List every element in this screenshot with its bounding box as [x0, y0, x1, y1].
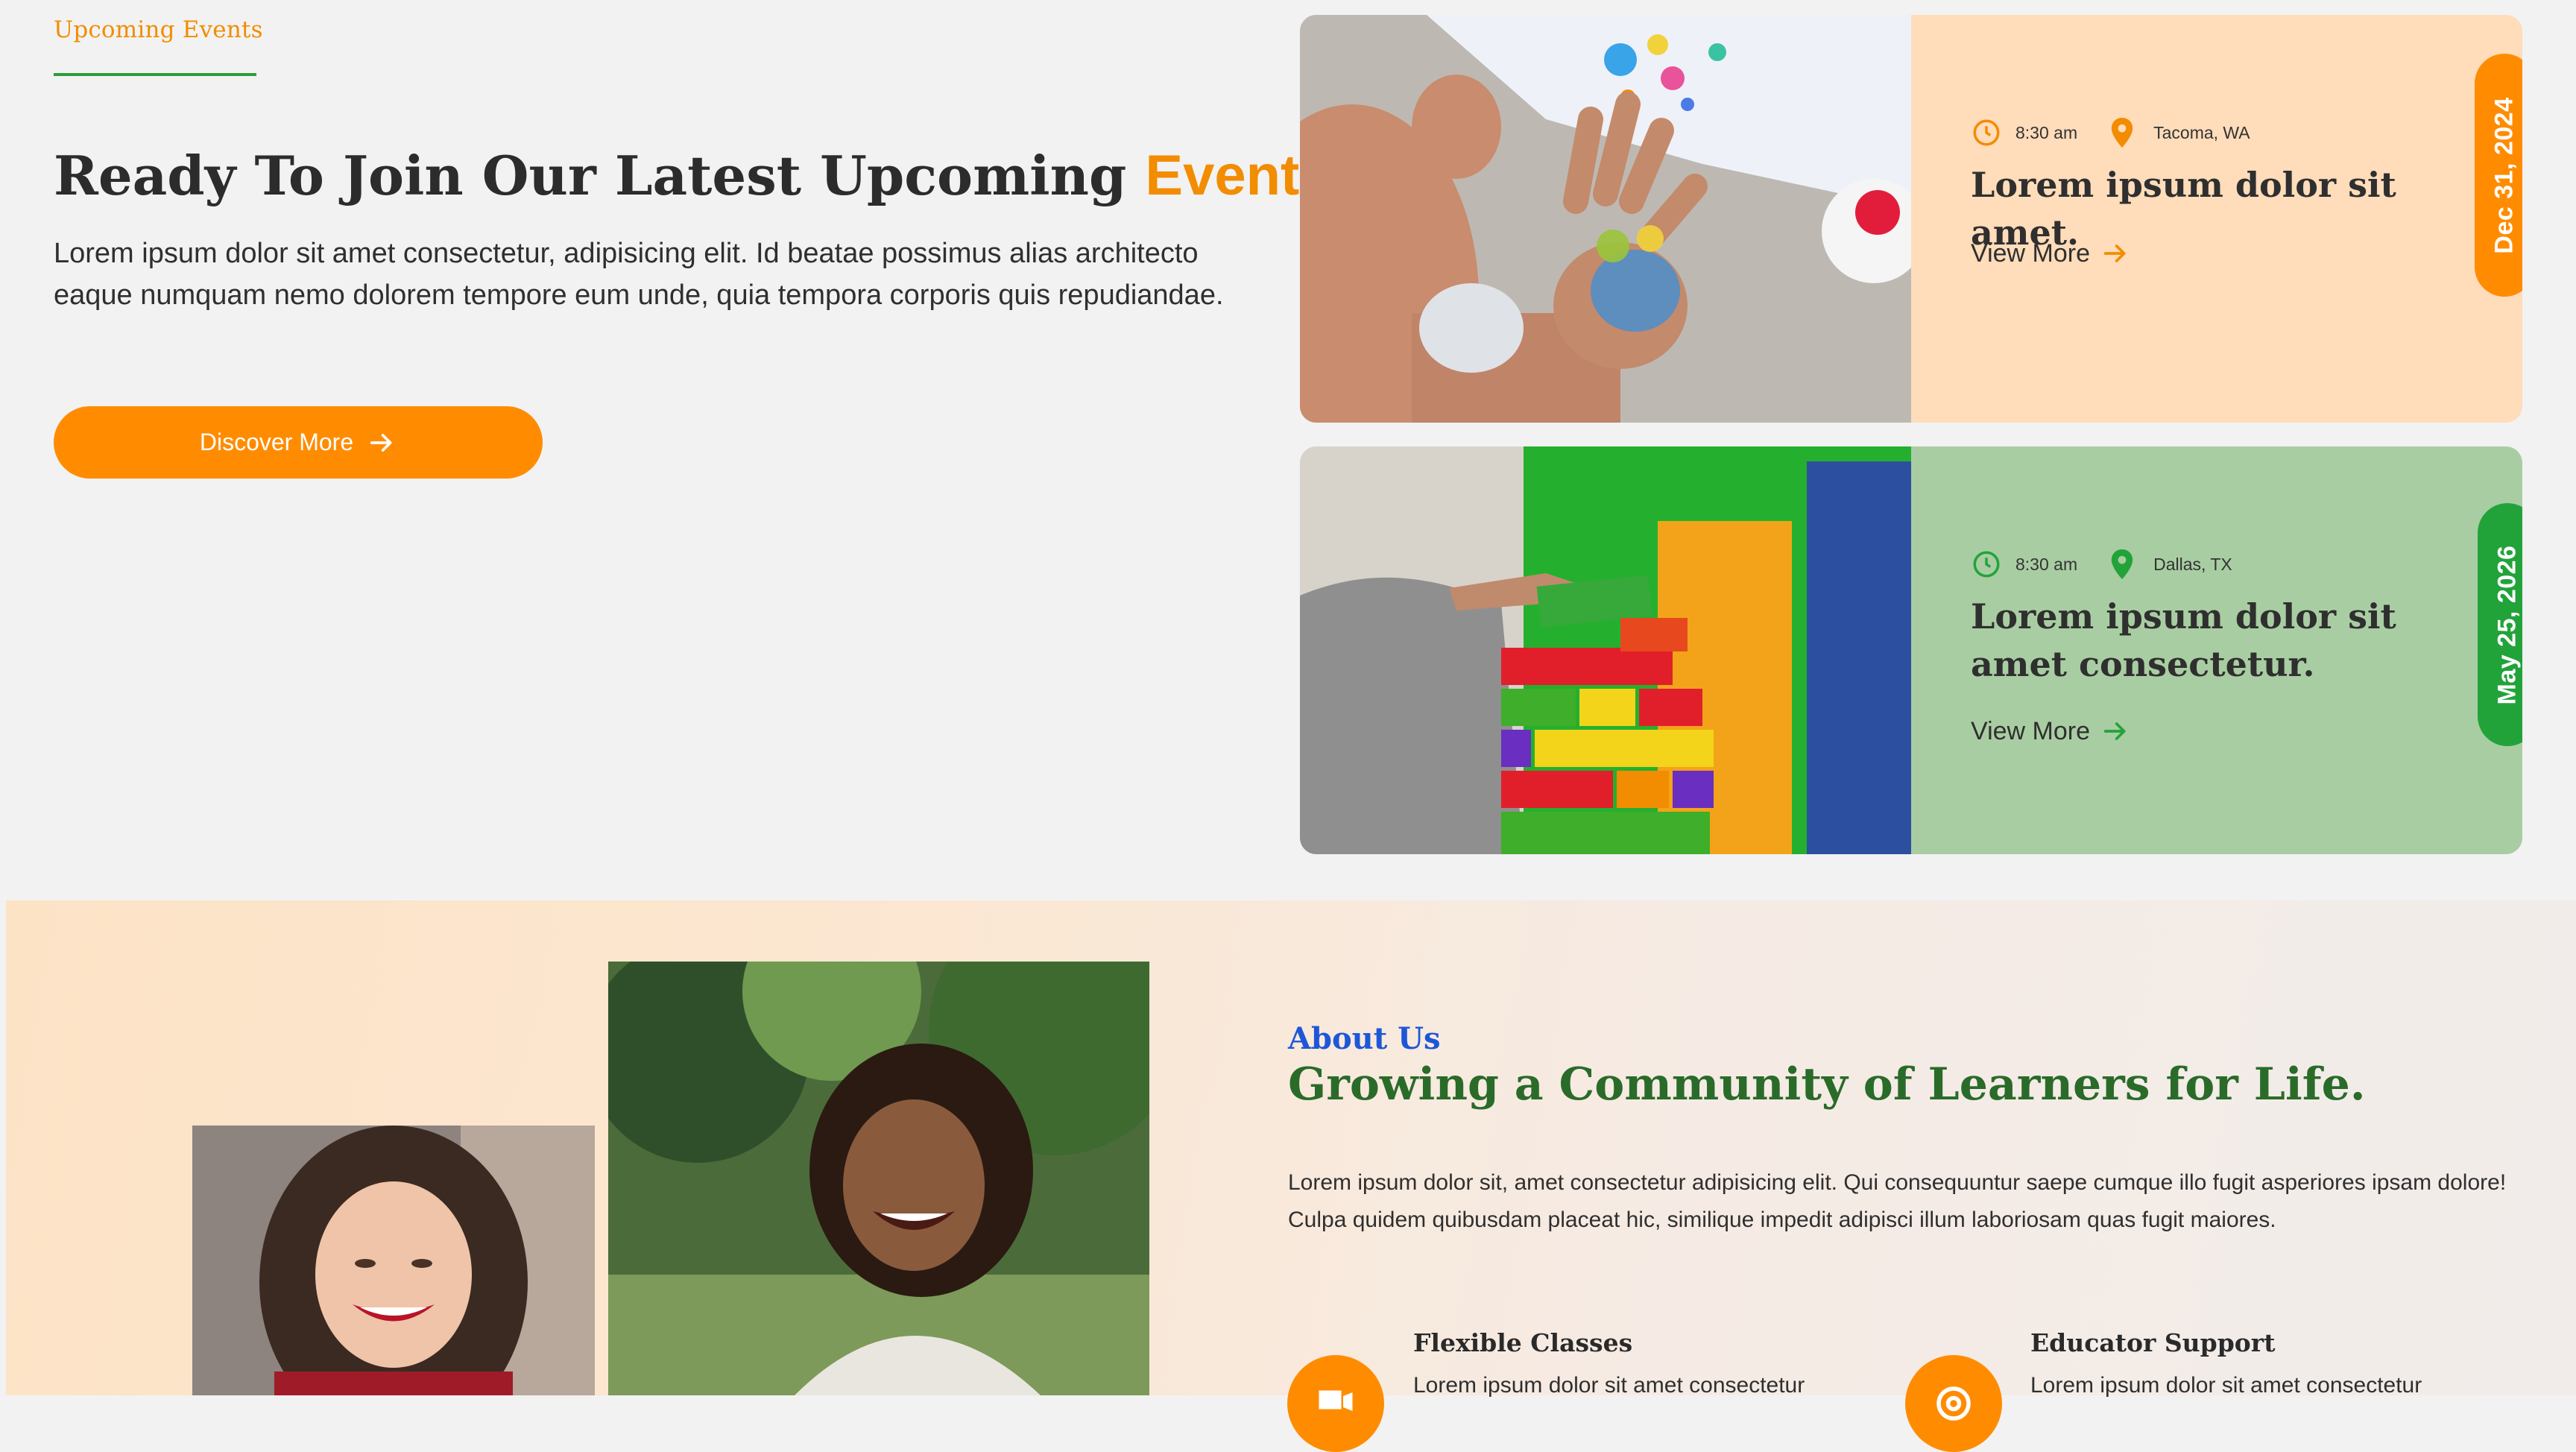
view-more-label: View More — [1971, 239, 2090, 268]
clock-icon — [1971, 549, 2002, 580]
events-headline: Ready To Join Our Latest Upcoming Events… — [54, 142, 1366, 209]
event-photo-block-tower — [1300, 446, 1911, 854]
event-date-badge: Dec 31, 2024 — [2475, 54, 2522, 297]
arrow-right-icon — [370, 433, 392, 452]
feature-title: Flexible Classes — [1413, 1328, 1633, 1357]
about-photo-woman-red-top — [192, 1126, 595, 1395]
event-meta: 8:30 am Dallas, TX — [1971, 548, 2232, 581]
view-more-link[interactable]: View More — [1971, 239, 2130, 268]
event-location: Dallas, TX — [2153, 554, 2232, 574]
feature-text: Lorem ipsum dolor sit amet consectetur — [1413, 1373, 1805, 1398]
event-location: Tacoma, WA — [2153, 122, 2250, 142]
headline-text: Ready To Join Our Latest Upcoming — [54, 144, 1127, 207]
arrow-right-icon — [2103, 244, 2126, 262]
events-eyebrow: Upcoming Events — [54, 16, 263, 43]
about-photo-woman-laughing — [608, 962, 1149, 1395]
clock-icon — [1971, 117, 2002, 148]
event-time: 8:30 am — [2015, 122, 2078, 142]
event-card[interactable]: 8:30 am Dallas, TX Lorem ipsum dolor sit… — [1300, 446, 2522, 854]
arrow-right-icon — [2103, 722, 2126, 740]
event-date: May 25, 2026 — [2493, 545, 2522, 704]
discover-more-button[interactable]: Discover More — [54, 406, 543, 479]
classes-icon — [1287, 1355, 1384, 1452]
location-pin-icon — [2107, 116, 2137, 149]
location-pin-icon — [2107, 548, 2137, 581]
event-meta: 8:30 am Tacoma, WA — [1971, 116, 2250, 149]
event-date-badge: May 25, 2026 — [2478, 503, 2522, 746]
about-eyebrow: About Us — [1288, 1021, 1441, 1056]
event-card[interactable]: 8:30 am Tacoma, WA Lorem ipsum dolor sit… — [1300, 15, 2522, 423]
event-photo-finger-painting — [1300, 15, 1911, 423]
view-more-label: View More — [1971, 716, 2090, 745]
event-date: Dec 31, 2024 — [2490, 96, 2519, 254]
feature-text: Lorem ipsum dolor sit amet consectetur — [2030, 1373, 2422, 1398]
support-icon — [1905, 1355, 2002, 1452]
discover-more-label: Discover More — [199, 429, 354, 455]
about-description: Lorem ipsum dolor sit, amet consectetur … — [1288, 1170, 2507, 1232]
event-title[interactable]: Lorem ipsum dolor sit amet consectetur. — [1971, 593, 2493, 688]
event-time: 8:30 am — [2015, 554, 2078, 574]
eyebrow-underline — [54, 73, 256, 76]
about-title: Growing a Community of Learners for Life… — [1288, 1058, 2366, 1111]
events-description: Lorem ipsum dolor sit amet consectetur, … — [54, 238, 1224, 311]
view-more-link[interactable]: View More — [1971, 716, 2130, 746]
feature-title: Educator Support — [2030, 1328, 2276, 1357]
